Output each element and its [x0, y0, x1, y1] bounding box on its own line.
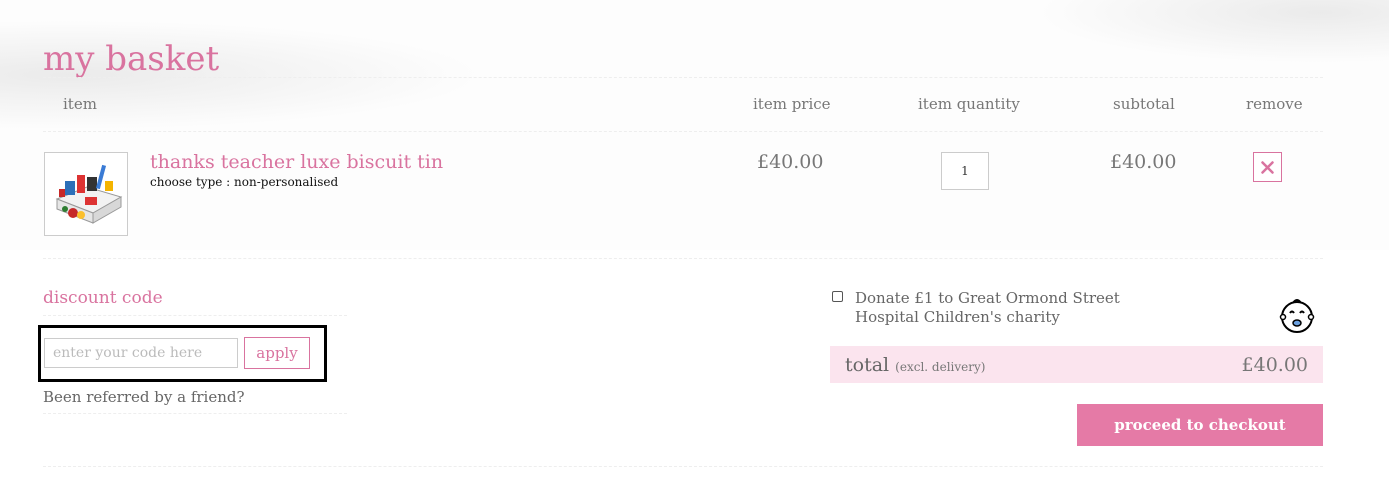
divider: [43, 413, 347, 414]
baby-face-icon: [1279, 299, 1315, 333]
proceed-to-checkout-button[interactable]: proceed to checkout: [1077, 404, 1323, 446]
discount-code-input[interactable]: [44, 338, 238, 368]
header-item-price: item price: [753, 95, 831, 113]
quantity-input[interactable]: [941, 152, 989, 190]
divider: [43, 77, 1323, 78]
product-image[interactable]: [44, 152, 128, 236]
divider: [43, 466, 1323, 467]
total-label-text: total: [845, 354, 890, 376]
total-bar: total (excl. delivery) £40.00: [830, 346, 1323, 383]
item-price: £40.00: [757, 151, 824, 173]
product-name-link[interactable]: thanks teacher luxe biscuit tin: [150, 151, 443, 173]
referral-link[interactable]: Been referred by a friend?: [43, 388, 245, 406]
header-remove: remove: [1246, 95, 1303, 113]
divider: [43, 315, 347, 316]
apply-discount-button[interactable]: apply: [244, 337, 310, 369]
header-item: item: [63, 95, 97, 113]
total-value: £40.00: [1241, 354, 1308, 376]
close-icon: [1261, 160, 1274, 174]
product-option: choose type : non-personalised: [150, 175, 339, 189]
donate-label: Donate £1 to Great Ormond Street Hospita…: [855, 289, 1120, 326]
discount-code-heading: discount code: [43, 288, 163, 308]
biscuit-tin-image: [55, 164, 123, 224]
header-item-quantity: item quantity: [918, 95, 1020, 113]
total-label: total (excl. delivery): [845, 354, 985, 376]
total-note: (excl. delivery): [895, 360, 986, 374]
row-subtotal: £40.00: [1110, 151, 1177, 173]
background-texture: [0, 0, 1389, 250]
divider: [43, 258, 1323, 259]
header-subtotal: subtotal: [1113, 95, 1175, 113]
donate-checkbox[interactable]: [832, 291, 843, 302]
divider: [43, 131, 1323, 132]
page-title: my basket: [43, 38, 220, 79]
remove-item-button[interactable]: [1253, 152, 1282, 182]
